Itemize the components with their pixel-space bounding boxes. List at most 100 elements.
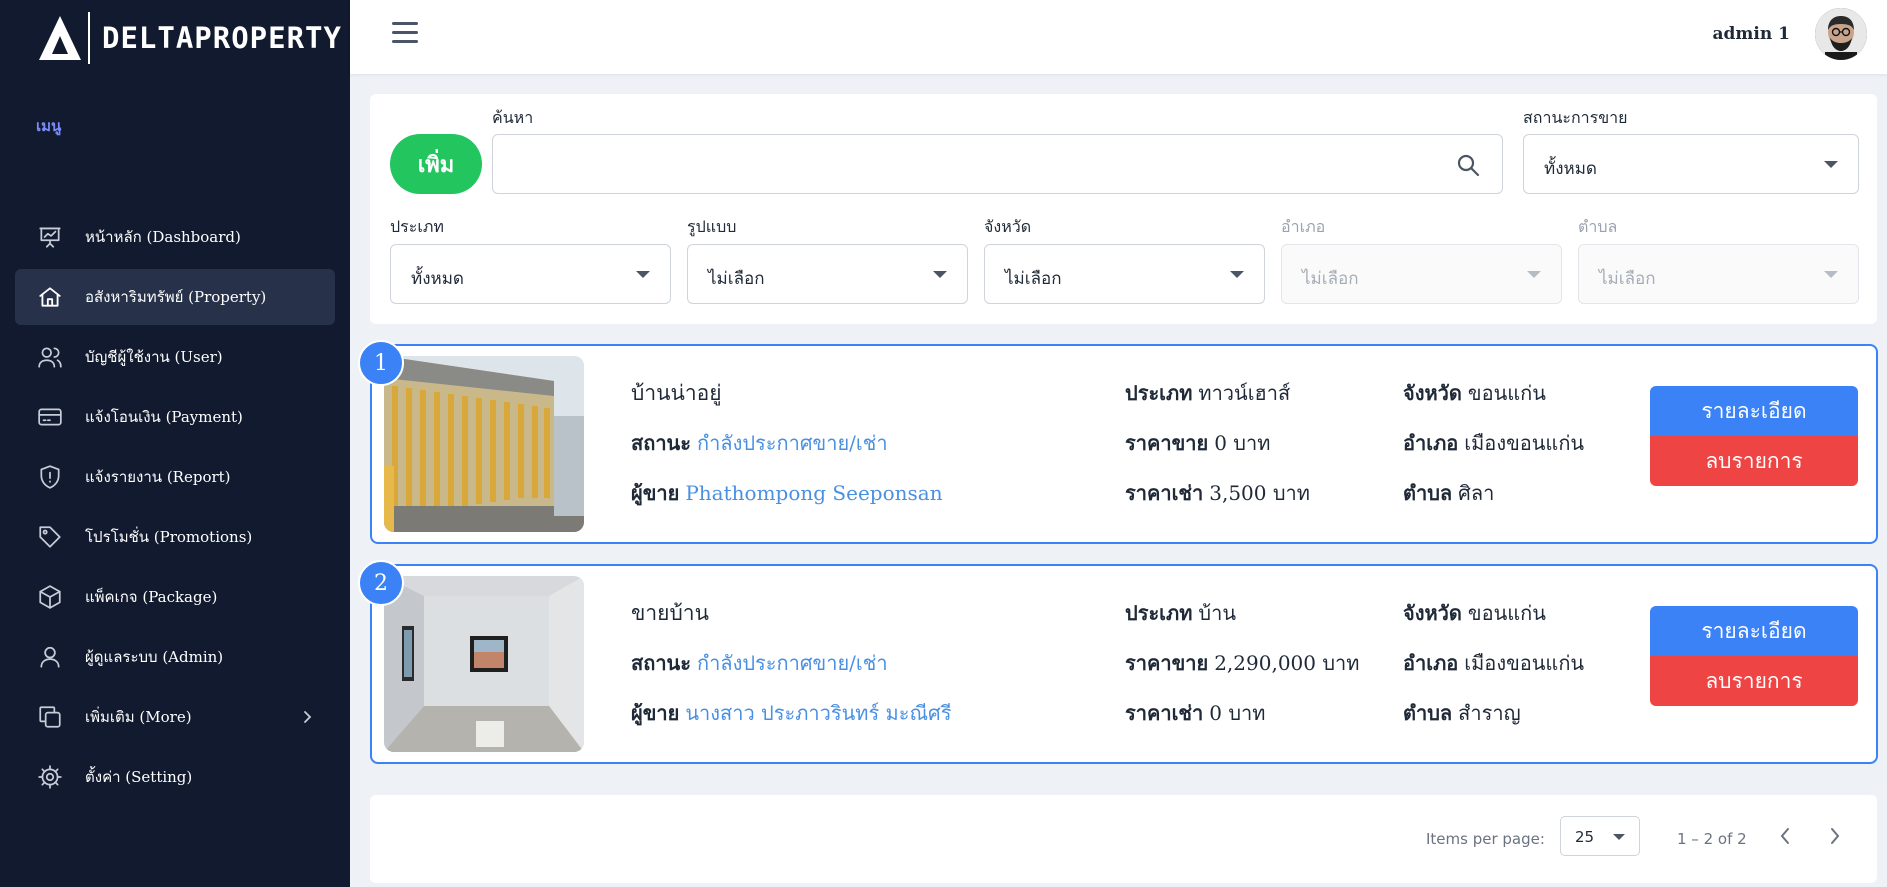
sidebar-item-report[interactable]: แจ้งรายงาน (Report) — [15, 449, 335, 505]
sidebar-item-label: บัญชีผู้ใช้งาน (User) — [85, 348, 223, 366]
status-value: กำลังประกาศขาย/เช่า — [696, 431, 888, 455]
status-label: สถานะ — [631, 651, 691, 675]
sidebar-item-promotions[interactable]: โปรโมชั่น (Promotions) — [15, 509, 335, 565]
province-row: จังหวัด ขอนแก่น — [1403, 377, 1546, 409]
sidebar-nav: หน้าหลัก (Dashboard) อสังหาริมทรัพย์ (Pr… — [15, 209, 335, 809]
rent-price-value: 0 บาท — [1209, 701, 1266, 725]
sale-price-row: ราคาขาย 0 บาท — [1125, 427, 1270, 459]
sidebar-item-label: เพิ่มเติม (More) — [85, 708, 192, 726]
property-photo[interactable] — [384, 356, 584, 532]
subdistrict-label: ตำบล — [1403, 701, 1453, 725]
property-photo[interactable] — [384, 576, 584, 752]
province-label: จังหวัด — [984, 217, 1032, 236]
sidebar-item-admin[interactable]: ผู้ดูแลระบบ (Admin) — [15, 629, 335, 685]
sidebar-item-label: แจ้งรายงาน (Report) — [85, 468, 231, 486]
top-bar: admin 1 — [350, 0, 1887, 74]
sidebar: DELTAPROPERTY เมนู หน้าหลัก (Dashboard) … — [0, 0, 350, 887]
filter-panel: เพิ่ม ค้นหา สถานะการขาย ทั้งหมด ประเภท ท… — [370, 94, 1877, 324]
district-label: อำเภอ — [1403, 651, 1459, 675]
property-card: 1 บ้านน่าอยู่ สถานะ กำลังประกาศขาย/เช่า ผ… — [358, 340, 1878, 544]
property-title: บ้านน่าอยู่ — [631, 381, 722, 405]
sidebar-item-dashboard[interactable]: หน้าหลัก (Dashboard) — [15, 209, 335, 265]
type-label: ประเภท — [1125, 601, 1193, 625]
sidebar-item-label: แพ็คเกจ (Package) — [85, 588, 218, 606]
subdistrict-label: ตำบล — [1578, 217, 1618, 236]
chevron-right-icon — [301, 709, 313, 729]
type-value: ทั้งหมด — [411, 269, 464, 289]
credit-card-icon — [35, 402, 65, 432]
delete-button[interactable]: ลบรายการ — [1650, 656, 1858, 706]
type-value: ทาวน์เฮาส์ — [1198, 381, 1291, 405]
index-badge: 1 — [358, 340, 404, 386]
seller-label: ผู้ขาย — [631, 701, 680, 725]
delta-logo-icon — [38, 14, 82, 62]
chevron-down-icon — [1527, 271, 1541, 278]
sidebar-item-label: อสังหาริมทรัพย์ (Property) — [85, 288, 267, 306]
rent-price-label: ราคาเช่า — [1125, 481, 1204, 505]
subdistrict-row: ตำบล ศิลา — [1403, 477, 1494, 509]
items-per-page-select[interactable]: 25 — [1560, 816, 1640, 856]
seller-link[interactable]: นางสาว ประภาวรินทร์ มะณีศรี — [685, 701, 951, 725]
items-per-page-label: Items per page: — [1426, 830, 1545, 848]
subdistrict-value: ไม่เลือก — [1599, 269, 1656, 289]
type-label: ประเภท — [1125, 381, 1193, 405]
sale-price-label: ราคาขาย — [1125, 651, 1209, 675]
district-label: อำเภอ — [1281, 217, 1326, 236]
sidebar-item-payment[interactable]: แจ้งโอนเงิน (Payment) — [15, 389, 335, 445]
status-label: สถานะ — [631, 431, 691, 455]
subdistrict-value: สำราญ — [1458, 701, 1521, 725]
menu-title: เมนู — [36, 117, 62, 135]
seller-row: ผู้ขาย Phathompong Seeponsan — [631, 477, 943, 509]
chevron-down-icon — [1824, 271, 1838, 278]
district-select: ไม่เลือก — [1281, 244, 1562, 304]
avatar[interactable] — [1815, 8, 1867, 60]
shield-alert-icon — [35, 462, 65, 492]
province-label: จังหวัด — [1403, 601, 1462, 625]
sidebar-item-label: ตั้งค่า (Setting) — [85, 768, 193, 786]
sale-price-value: 0 บาท — [1214, 431, 1271, 455]
sidebar-item-user[interactable]: บัญชีผู้ใช้งาน (User) — [15, 329, 335, 385]
hamburger-menu-icon[interactable] — [392, 22, 418, 46]
sidebar-item-setting[interactable]: ตั้งค่า (Setting) — [15, 749, 335, 805]
search-icon[interactable] — [1456, 153, 1480, 181]
sale-price-label: ราคาขาย — [1125, 431, 1209, 455]
page-range: 1 – 2 of 2 — [1677, 830, 1747, 848]
district-value: เมืองขอนแก่น — [1464, 431, 1585, 455]
brand-logo[interactable]: DELTAPROPERTY — [38, 12, 342, 64]
delete-button[interactable]: ลบรายการ — [1650, 436, 1858, 486]
seller-link[interactable]: Phathompong Seeponsan — [685, 481, 942, 505]
district-label: อำเภอ — [1403, 431, 1459, 455]
sidebar-item-more[interactable]: เพิ่มเติม (More) — [15, 689, 335, 745]
previous-page-button[interactable] — [1772, 823, 1798, 849]
detail-button[interactable]: รายละเอียด — [1650, 606, 1858, 656]
search-label: ค้นหา — [492, 108, 534, 127]
sale-status-value: ทั้งหมด — [1544, 159, 1597, 179]
search-input[interactable] — [493, 135, 1502, 193]
paginator: Items per page: 25 1 – 2 of 2 — [370, 795, 1877, 883]
sale-status-select[interactable]: ทั้งหมด — [1523, 134, 1859, 194]
add-button[interactable]: เพิ่ม — [390, 134, 482, 194]
sidebar-item-property[interactable]: อสังหาริมทรัพย์ (Property) — [15, 269, 335, 325]
detail-button[interactable]: รายละเอียด — [1650, 386, 1858, 436]
style-select[interactable]: ไม่เลือก — [687, 244, 968, 304]
status-value: กำลังประกาศขาย/เช่า — [696, 651, 888, 675]
sidebar-item-label: แจ้งโอนเงิน (Payment) — [85, 408, 243, 426]
type-row: ประเภท บ้าน — [1125, 597, 1236, 629]
property-card: 2 ขายบ้าน สถานะ กำลังประกาศขาย/เช่า ผู้ขา… — [358, 560, 1878, 764]
type-select[interactable]: ทั้งหมด — [390, 244, 671, 304]
sidebar-item-label: โปรโมชั่น (Promotions) — [85, 528, 253, 546]
presentation-chart-icon — [35, 222, 65, 252]
sidebar-item-package[interactable]: แพ็คเกจ (Package) — [15, 569, 335, 625]
logo-divider — [88, 12, 90, 64]
sale-status-label: สถานะการขาย — [1523, 108, 1628, 127]
next-page-button[interactable] — [1822, 823, 1848, 849]
brand-name: DELTAPROPERTY — [102, 21, 342, 55]
subdistrict-select: ไม่เลือก — [1578, 244, 1859, 304]
property-title: ขายบ้าน — [631, 601, 709, 625]
type-row: ประเภท ทาวน์เฮาส์ — [1125, 377, 1290, 409]
district-value: ไม่เลือก — [1302, 269, 1359, 289]
home-icon — [35, 282, 65, 312]
sale-price-row: ราคาขาย 2,290,000 บาท — [1125, 647, 1359, 679]
status-row: สถานะ กำลังประกาศขาย/เช่า — [631, 647, 888, 679]
province-select[interactable]: ไม่เลือก — [984, 244, 1265, 304]
